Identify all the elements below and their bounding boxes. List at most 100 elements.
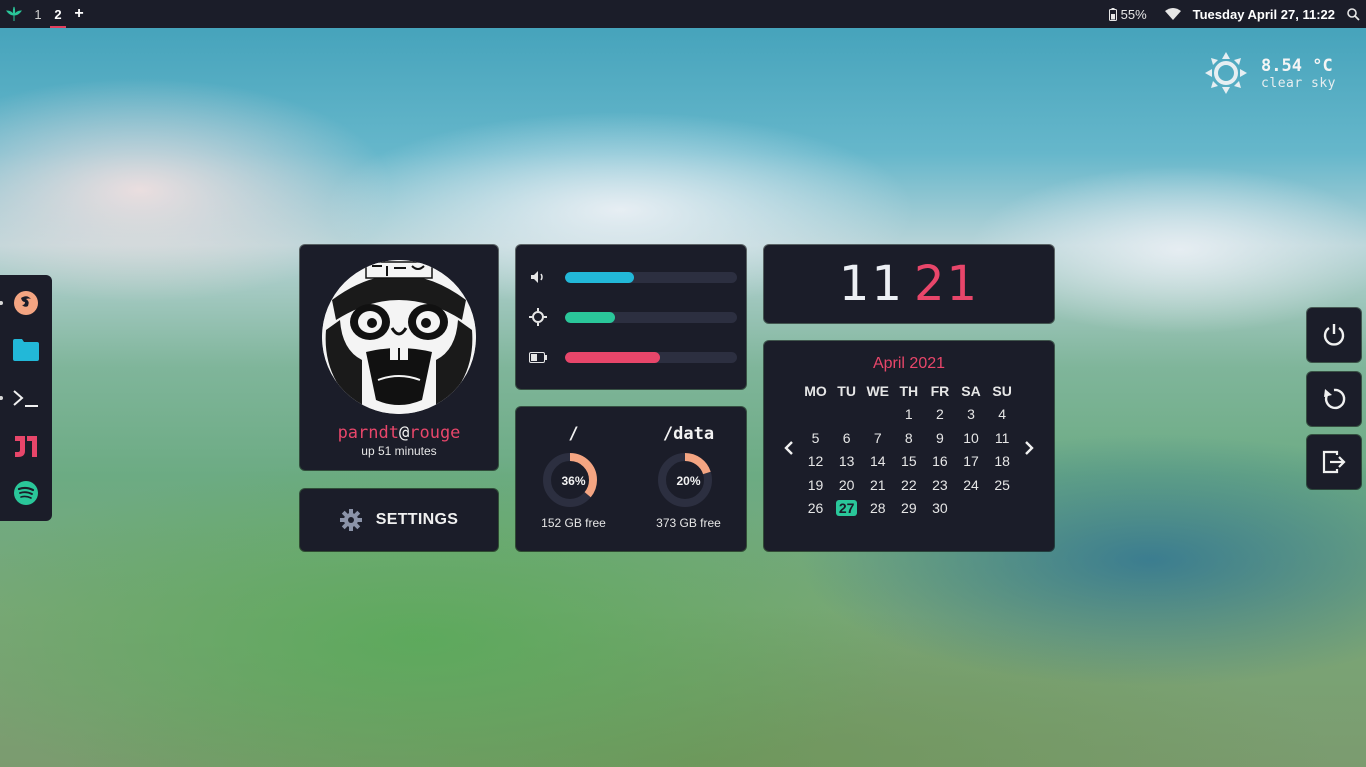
calendar-day[interactable]: 22 [893,477,924,493]
gear-icon [339,509,362,531]
calendar-day[interactable]: 25 [987,477,1018,493]
calendar-day[interactable]: 29 [893,500,924,516]
spotify-icon[interactable] [11,478,41,508]
weather-temperature: 8.54 °C [1261,55,1333,76]
calendar-day[interactable]: 9 [924,430,955,446]
add-workspace-button[interactable]: + [68,0,90,28]
disk-percent: 20% [676,474,701,488]
search-icon[interactable] [1347,7,1360,21]
logout-button[interactable] [1307,435,1361,489]
battery-bar [565,351,737,363]
calendar-week: 1234 [800,403,1018,427]
calendar-week: 19 20 21 22 23 24 25 [800,473,1018,497]
calendar-weekday: MO [804,382,827,399]
calendar-day[interactable]: 11 [987,430,1018,446]
calendar-day[interactable]: 3 [955,406,986,422]
hostname: rouge [409,423,461,443]
calendar-grid: MO TU WE TH FR SA SU 1 2 3 4 5 6 7 8 9 10 11 12 13 14 15 16 17 1… [800,379,1018,520]
jetbrains-icon[interactable] [11,431,41,461]
app-dock [0,275,52,521]
username: parndt [337,423,399,443]
terminal-icon[interactable] [0,383,41,413]
top-bar: 1 2 + 55% Tuesday April 27, 11:22 [0,0,1366,28]
calendar-day[interactable]: 7 [862,430,893,446]
calendar-day[interactable]: 8 [893,430,924,446]
calendar-day[interactable]: 21 [862,477,893,493]
restart-icon [1324,388,1346,410]
workspace-1[interactable]: 1 [28,0,48,28]
settings-button[interactable]: SETTINGS [300,489,498,551]
calendar-weekday: SA [961,382,981,399]
brightness-fill [565,311,615,323]
calendar-day[interactable]: 13 [831,453,862,469]
calendar-day[interactable]: 15 [893,453,924,469]
battery-icon [1108,7,1117,21]
calendar-weekday-row: MO TU WE TH FR SA SU [800,379,1018,403]
workspace-2[interactable]: 2 [48,0,68,28]
calendar-week: 12 13 14 15 16 17 18 [800,450,1018,474]
disk-usage-card: / 36% 152 GB free /data 20% 373 GB free [516,407,746,551]
calendar-day[interactable]: 6 [831,430,862,446]
at-sign: @ [398,423,410,443]
brightness-slider[interactable] [565,311,737,323]
power-button[interactable] [1307,308,1361,362]
battery-percent: 55% [1120,6,1147,22]
folder-icon[interactable] [11,335,41,365]
uptime-text: up 51 minutes [361,444,437,458]
battery-fill [565,351,660,363]
disk-free: 152 GB free [541,516,606,530]
disk-mount: /data [662,424,715,444]
wifi-indicator[interactable] [1164,8,1181,20]
sun-icon [1205,52,1248,94]
calendar-day[interactable]: 17 [955,453,986,469]
today-highlight: 27 [835,500,858,517]
username-host: parndt@rouge [300,423,498,443]
calendar-day[interactable]: 12 [800,453,831,469]
calendar-day[interactable]: 28 [862,500,893,516]
calendar-day[interactable]: 10 [955,430,986,446]
disk-mount: / [568,424,579,444]
calendar-day[interactable]: 2 [924,406,955,422]
calendar-day[interactable]: 1 [893,406,924,422]
disk-percent: 36% [561,474,586,488]
calendar-day[interactable]: 16 [924,453,955,469]
logout-icon [1322,450,1346,474]
calendar-day[interactable]: 5 [800,430,831,446]
volume-slider[interactable] [565,271,737,283]
calendar-day[interactable]: 26 [800,500,831,516]
firefox-icon[interactable] [0,288,41,318]
leaf-logo-icon[interactable] [0,6,28,22]
calendar-day[interactable]: 30 [924,500,955,516]
brightness-row [528,307,738,327]
profile-card: parndt@rouge up 51 minutes [300,245,498,470]
clock-hours: 11 [838,256,904,312]
calendar-day[interactable]: 19 [800,477,831,493]
calendar-day[interactable]: 20 [831,477,862,493]
calendar-day-today[interactable]: 27 [831,500,862,517]
calendar-week: 5 6 7 8 9 10 11 [800,426,1018,450]
running-indicator [0,300,3,305]
topbar-datetime[interactable]: Tuesday April 27, 11:22 [1193,7,1335,22]
brightness-icon[interactable] [528,308,548,326]
calendar-day[interactable]: 14 [862,453,893,469]
calendar-weekday: SU [992,382,1012,399]
calendar-week: 26 27 28 29 30 [800,497,1018,521]
calendar-card: April 2021 MO TU WE TH FR SA SU 1 2 3 4 5 6 7 8 9 10 11 12… [764,341,1054,551]
big-clock: 11 21 [839,256,979,312]
prev-month-button[interactable] [778,437,800,459]
power-icon [1323,324,1345,346]
volume-icon[interactable] [528,270,548,284]
restart-button[interactable] [1307,372,1361,426]
disk-free: 373 GB free [656,516,721,530]
settings-label: SETTINGS [375,511,459,528]
calendar-day[interactable]: 24 [955,477,986,493]
weather-widget: 8.54 °C clear sky [1205,52,1336,94]
calendar-day[interactable]: 18 [987,453,1018,469]
volume-row [528,267,738,287]
next-month-button[interactable] [1018,437,1040,459]
calendar-day[interactable]: 4 [987,406,1018,422]
battery-level-icon [528,351,548,363]
battery-indicator[interactable]: 55% [1108,6,1147,22]
calendar-day[interactable]: 23 [924,477,955,493]
running-indicator [0,395,3,400]
